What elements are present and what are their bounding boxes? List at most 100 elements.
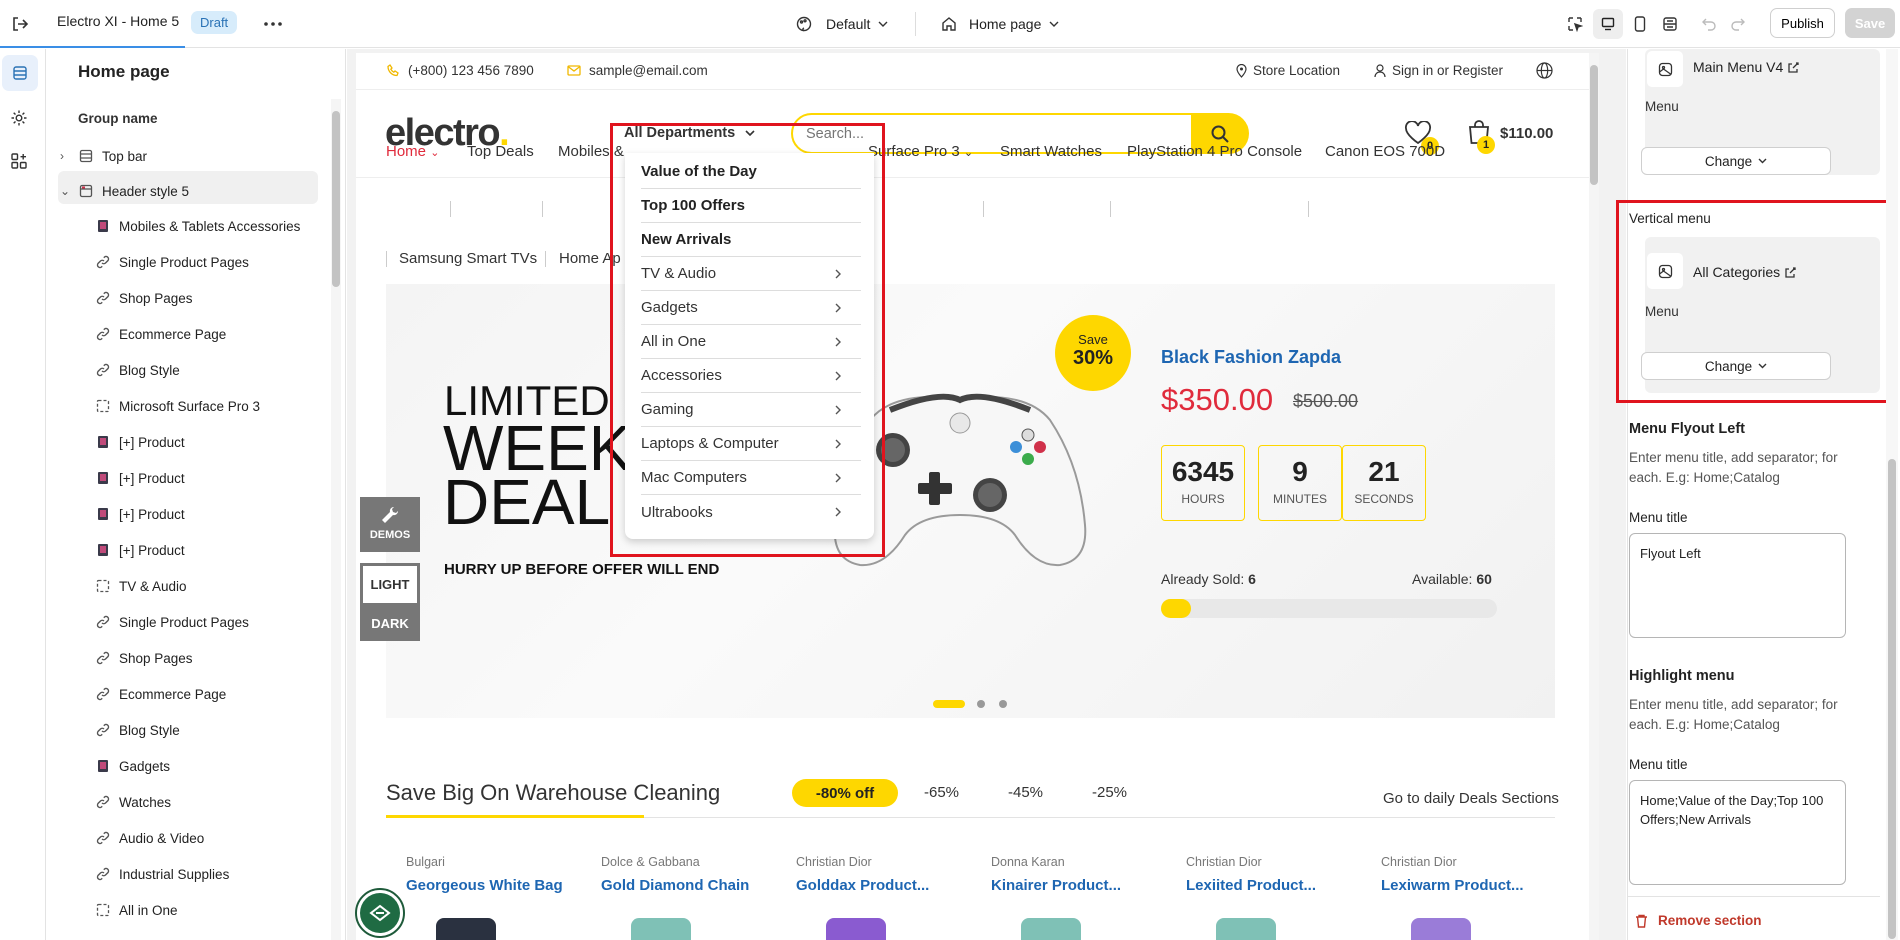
undo-icon[interactable] <box>1697 12 1721 36</box>
product-thumbnail[interactable] <box>1411 918 1471 940</box>
product-name[interactable]: Lexiited Product... <box>1186 877 1316 894</box>
chevron-right-icon[interactable]: › <box>60 149 72 163</box>
frame-icon <box>95 902 111 918</box>
nav-item-top-deals[interactable]: Top Deals <box>467 143 534 160</box>
status-badge: Draft <box>191 11 238 34</box>
nav-item-canon[interactable]: Canon EOS 700D <box>1325 143 1445 160</box>
sidebar-item-label: Microsoft Surface Pro 3 <box>119 398 261 414</box>
sidebar-item[interactable]: Single Product Pages <box>95 245 249 279</box>
sidebar-item[interactable]: [+] Product <box>95 497 185 531</box>
highlight-menu-title: Highlight menu <box>1629 668 1735 684</box>
settings-gear-icon[interactable] <box>10 109 28 127</box>
user-icon <box>1374 64 1386 77</box>
nav-item-home[interactable]: Home ⌄ <box>386 143 439 160</box>
scrollbar-thumb[interactable] <box>1888 459 1896 939</box>
product-thumbnail[interactable] <box>631 918 691 940</box>
product-name[interactable]: Gold Diamond Chain <box>601 877 749 894</box>
app-badge[interactable] <box>355 888 405 938</box>
sidebar-item[interactable]: Watches <box>95 785 171 819</box>
sign-in-link[interactable]: Sign in or Register <box>1374 63 1503 78</box>
theme-select[interactable]: Default <box>796 11 888 37</box>
nav-separator <box>1110 201 1111 217</box>
theme-toggle[interactable]: LIGHT DARK <box>360 563 420 641</box>
main-menu-link[interactable]: Main Menu V4 <box>1693 59 1799 75</box>
flyout-menu-title-textarea[interactable]: Flyout Left <box>1629 533 1846 638</box>
hero-product-name[interactable]: Black Fashion Zapda <box>1161 347 1341 368</box>
scrollbar-thumb[interactable] <box>1590 65 1598 185</box>
product-brand: Dolce & Gabbana <box>601 855 700 869</box>
remove-section-button[interactable]: Remove section <box>1635 913 1762 928</box>
nav-separator <box>545 251 546 267</box>
sidebar-item[interactable]: Shop Pages <box>95 641 193 675</box>
exit-icon[interactable] <box>8 12 32 36</box>
sidebar-item-label: All in One <box>119 902 178 918</box>
product-thumbnail[interactable] <box>436 918 496 940</box>
demos-label: DEMOS <box>369 529 411 541</box>
product-thumbnail[interactable] <box>826 918 886 940</box>
go-to-deals-link[interactable]: Go to daily Deals Sections <box>1383 790 1559 807</box>
globe-icon[interactable] <box>1536 62 1553 79</box>
product-name[interactable]: Lexiwarm Product... <box>1381 877 1524 894</box>
light-mode-option[interactable]: LIGHT <box>363 566 417 603</box>
sidebar-item[interactable]: Ecommerce Page <box>95 677 226 711</box>
sidebar-item[interactable]: Ecommerce Page <box>95 317 226 351</box>
sidebar-item[interactable]: ⌄ Header style 5 <box>60 174 189 208</box>
sidebar-item[interactable]: Blog Style <box>95 353 180 387</box>
sidebar-item[interactable]: Industrial Supplies <box>95 857 229 891</box>
demos-button[interactable]: DEMOS <box>360 497 420 552</box>
deals-tab-45[interactable]: -45% <box>1008 784 1043 801</box>
nav-item-playstation[interactable]: PlayStation 4 Pro Console <box>1127 143 1302 160</box>
fullscreen-icon[interactable] <box>1658 12 1682 36</box>
slider-dot[interactable] <box>999 700 1007 708</box>
product-name[interactable]: Georgeous White Bag <box>406 877 563 894</box>
sidebar-item[interactable]: [+] Product <box>95 533 185 567</box>
nav-item-samsung-tvs[interactable]: Samsung Smart TVs <box>399 250 537 267</box>
store-phone: (+800) 123 456 7890 <box>387 63 534 78</box>
slider-dot[interactable] <box>977 700 985 708</box>
page-select-value: Home page <box>969 16 1042 32</box>
apps-icon[interactable] <box>10 152 28 170</box>
highlight-menu-title-textarea[interactable]: Home;Value of the Day;Top 100 Offers;New… <box>1629 780 1846 885</box>
product-name[interactable]: Kinairer Product... <box>991 877 1121 894</box>
page-select[interactable]: Home page <box>941 11 1059 37</box>
store-location-link[interactable]: Store Location <box>1236 63 1340 78</box>
slider-dot-active[interactable] <box>933 700 965 708</box>
group-name-label: Group name <box>78 111 158 126</box>
timer-hours: 6345 HOURS <box>1161 445 1245 521</box>
sidebar-item[interactable]: [+] Product <box>95 425 185 459</box>
sidebar-scrollbar[interactable] <box>331 99 341 940</box>
desktop-view-icon[interactable] <box>1593 9 1623 39</box>
sidebar-item[interactable]: Microsoft Surface Pro 3 <box>95 389 260 423</box>
deals-tab-80[interactable]: -80% off <box>792 779 898 807</box>
more-icon[interactable] <box>261 12 285 36</box>
product-name[interactable]: Golddax Product... <box>796 877 929 894</box>
mobile-view-icon[interactable] <box>1628 12 1652 36</box>
deals-tab-65[interactable]: -65% <box>924 784 959 801</box>
sidebar-item[interactable]: Gadgets <box>95 749 170 783</box>
deals-tab-25[interactable]: -25% <box>1092 784 1127 801</box>
sidebar-item[interactable]: Shop Pages <box>95 281 193 315</box>
save-button[interactable]: Save <box>1845 8 1895 38</box>
nav-item-smart-watches[interactable]: Smart Watches <box>1000 143 1102 160</box>
sidebar-item[interactable]: Mobiles & Tablets Accessories <box>95 209 300 243</box>
sidebar-item[interactable]: Single Product Pages <box>95 605 249 639</box>
sidebar-item[interactable]: TV & Audio <box>95 569 187 603</box>
panel-scrollbar[interactable] <box>1886 49 1898 940</box>
product-thumbnail[interactable] <box>1021 918 1081 940</box>
dark-mode-option[interactable]: DARK <box>360 606 420 640</box>
publish-button[interactable]: Publish <box>1770 8 1835 38</box>
inspect-icon[interactable] <box>1563 12 1587 36</box>
preview-scrollbar[interactable] <box>1589 53 1599 940</box>
product-thumbnail[interactable] <box>1216 918 1276 940</box>
sidebar-item[interactable]: [+] Product <box>95 461 185 495</box>
chevron-down-icon[interactable]: ⌄ <box>60 184 72 198</box>
sidebar-item[interactable]: All in One <box>95 893 178 927</box>
change-main-menu-button[interactable]: Change <box>1641 147 1831 175</box>
save-badge: Save 30% <box>1055 315 1131 391</box>
sidebar-item[interactable]: › Top bar <box>60 139 147 173</box>
sidebar-item[interactable]: Blog Style <box>95 713 180 747</box>
sidebar-item[interactable]: Audio & Video <box>95 821 204 855</box>
scrollbar-thumb[interactable] <box>332 111 340 287</box>
redo-icon[interactable] <box>1726 12 1750 36</box>
sections-icon[interactable] <box>2 55 38 91</box>
